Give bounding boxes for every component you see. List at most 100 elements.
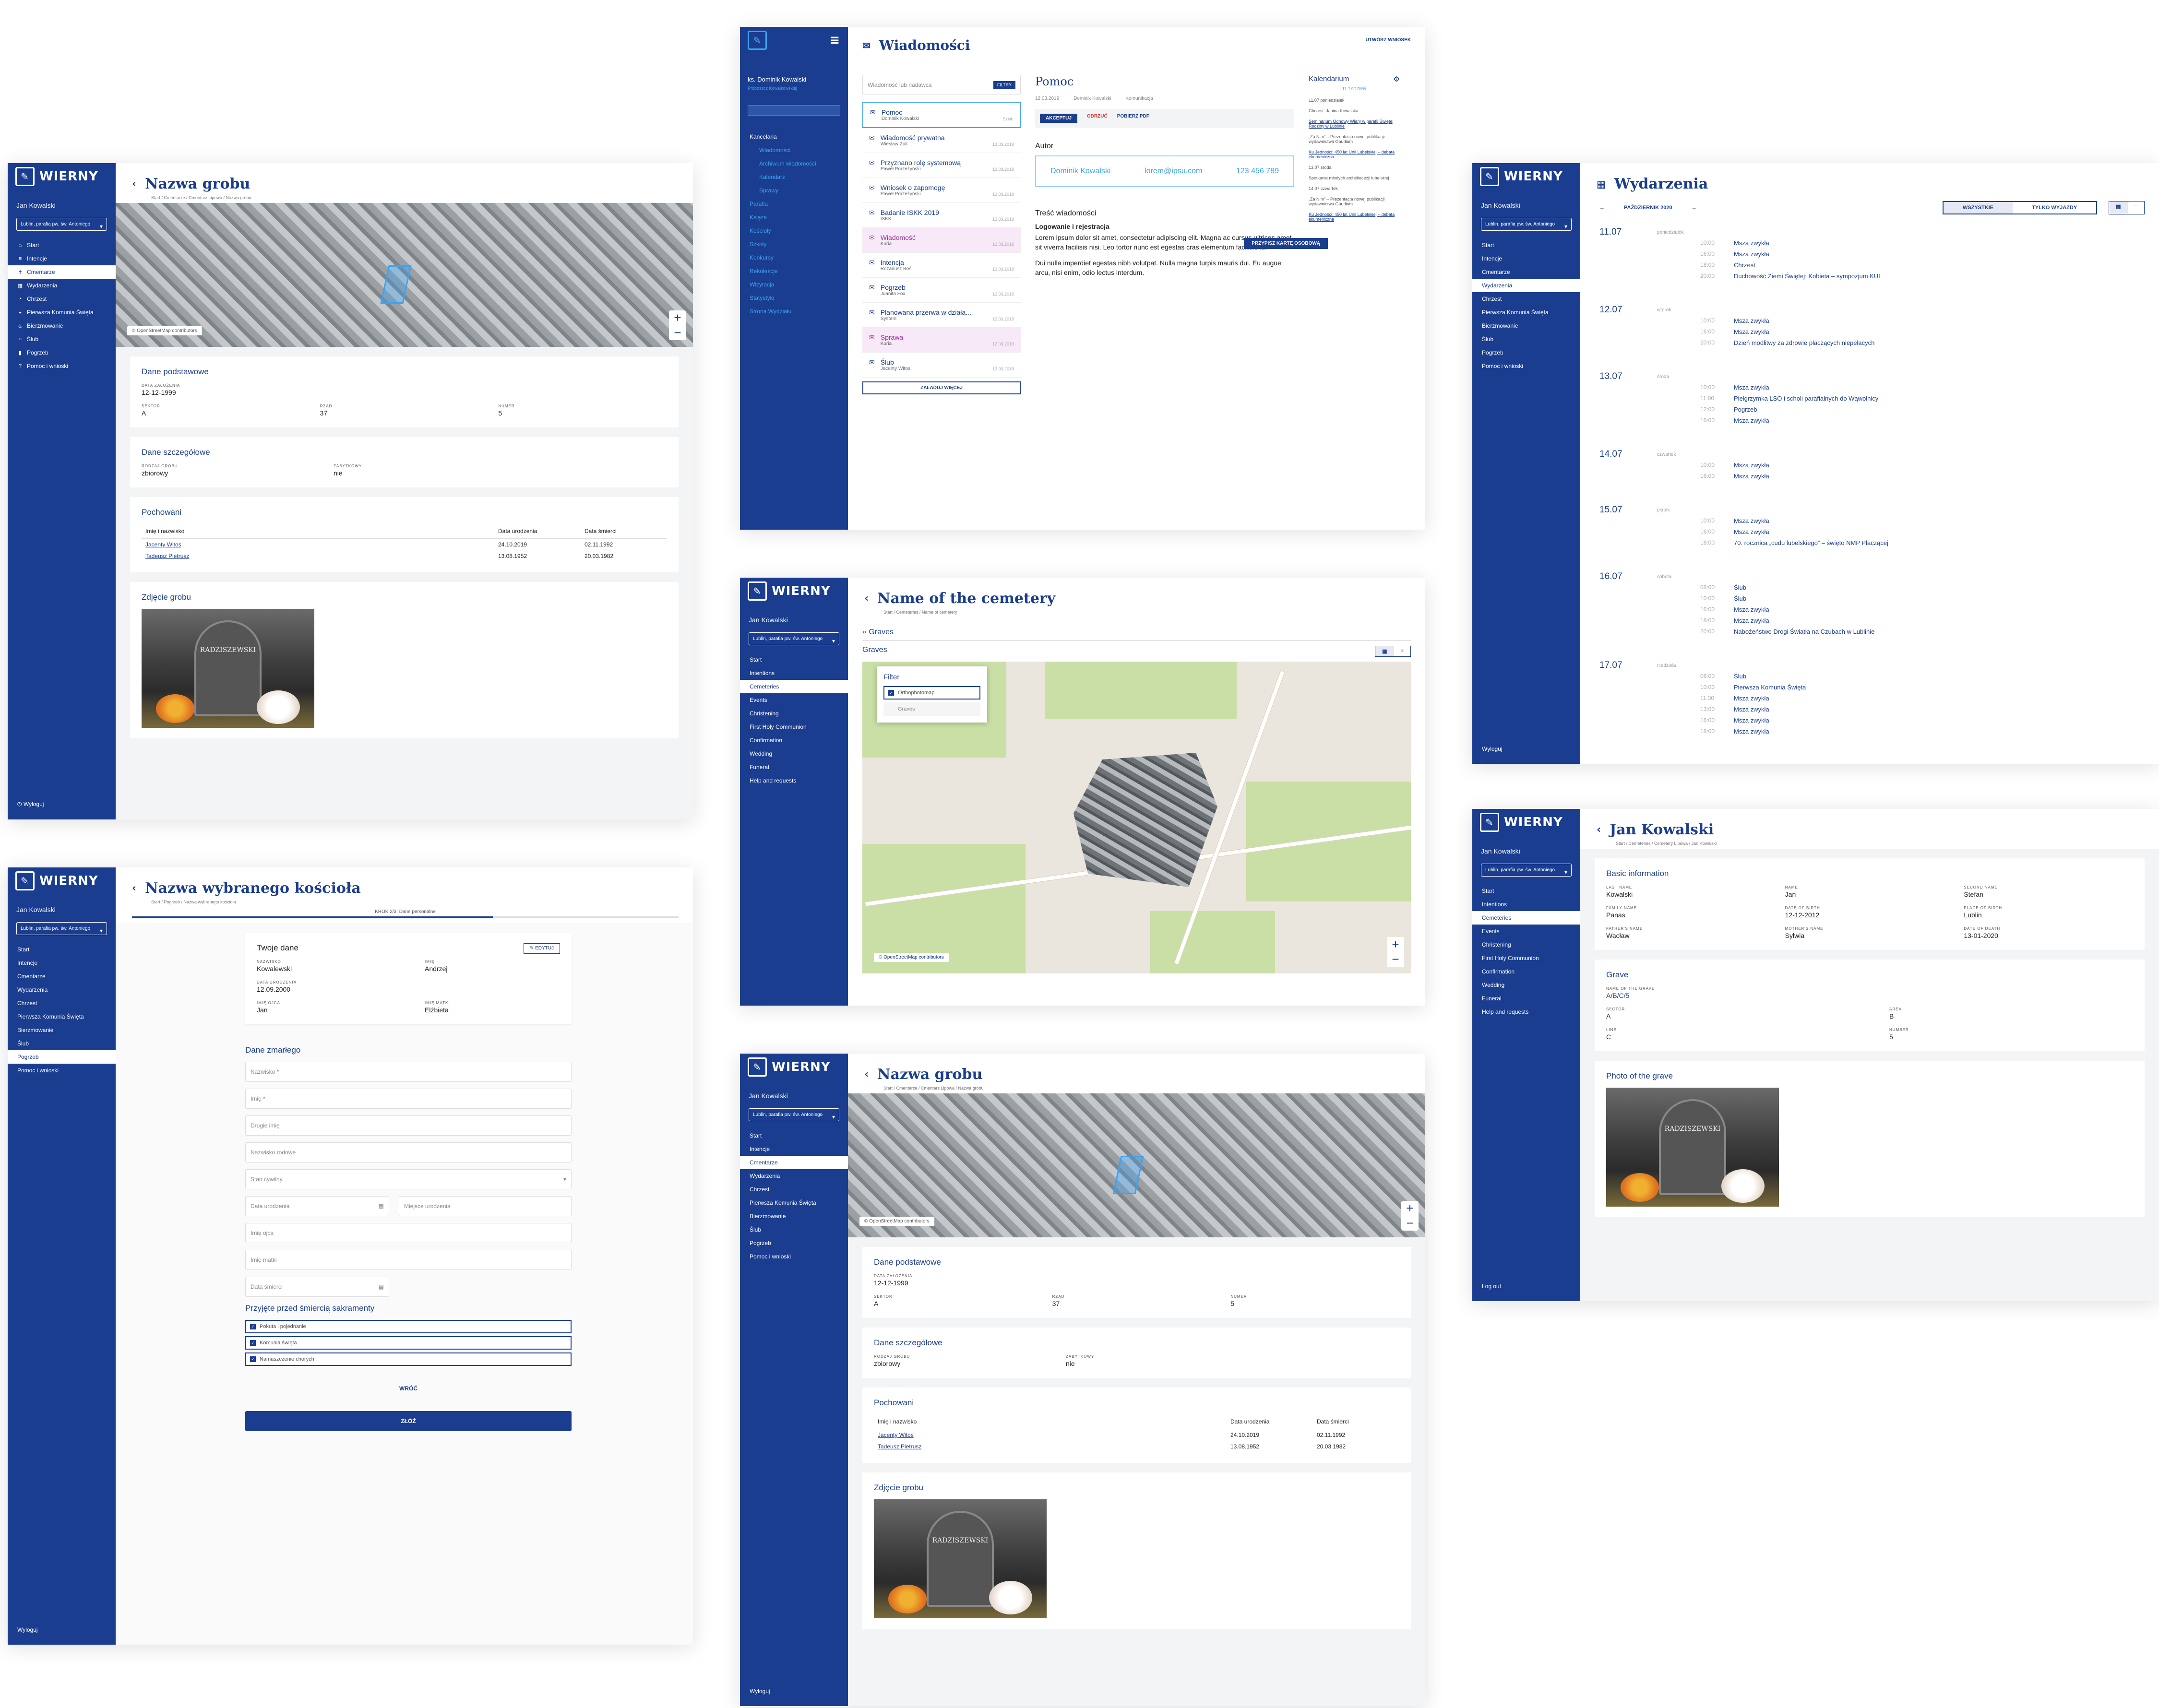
event-link[interactable]: Ślub bbox=[1734, 584, 2140, 591]
list-item[interactable]: ✉ Badanie ISKK 2019 ISKK 12.03.2019 bbox=[862, 203, 1021, 228]
user-name[interactable]: Jan Kowalski bbox=[8, 190, 116, 213]
grid-view-icon[interactable]: ▦ bbox=[1375, 646, 1394, 656]
grid-view-icon[interactable]: ▦ bbox=[2109, 202, 2128, 214]
event-link[interactable]: 70. rocznica „cudu lubelskiego” – święto… bbox=[1734, 539, 2140, 546]
list-item[interactable]: ✉ Wiadomość prywatna Wiesław Żuk 12.03.2019 bbox=[862, 128, 1021, 153]
nav-start[interactable]: ⌂ Start bbox=[8, 238, 116, 252]
nav-wedding[interactable]: ○ Ślub bbox=[8, 332, 116, 346]
list-item[interactable]: ✉ Przyznano rolę systemową Paweł Porzeżyńs… bbox=[862, 153, 1021, 178]
event-link[interactable]: Msza zwykła bbox=[1734, 328, 2140, 335]
event-link[interactable]: Msza zwykła bbox=[1734, 384, 2140, 391]
breadcrumb[interactable]: Start / Cmentarze / Cmentarz Lipowa / Na… bbox=[132, 195, 679, 200]
birth-place-input[interactable]: Miejsce urodzenia bbox=[399, 1196, 572, 1216]
event-link[interactable]: Msza zwykła bbox=[1734, 462, 2140, 469]
list-item[interactable]: ✉ Planowana przerwa w działa... System 12.0… bbox=[862, 303, 1021, 328]
nav-events[interactable]: ▦ Wydarzenia bbox=[8, 279, 116, 292]
list-item[interactable]: ✉ Intencja Rozariusz Boś 12.03.2019 bbox=[862, 253, 1021, 278]
back-icon[interactable]: ‹ bbox=[132, 882, 136, 894]
nav-funeral[interactable]: ▮ Pogrzeb bbox=[8, 346, 116, 359]
messages-panel: ✎ ≡ ks. Dominik Kowalski Proboszcz Kowalk… bbox=[740, 27, 1425, 530]
pdf-button[interactable]: POBIERZ PDF bbox=[1117, 114, 1149, 123]
mother-name-input[interactable]: Imię matki bbox=[245, 1250, 572, 1270]
event-link[interactable]: Msza zwykła bbox=[1734, 617, 2140, 624]
event-link[interactable]: Msza zwykła bbox=[1734, 717, 2140, 724]
logout-link[interactable]: Wyloguj bbox=[17, 1626, 38, 1633]
civil-status-select[interactable]: Stan cywilny ▾ bbox=[245, 1169, 572, 1189]
event-link[interactable]: Ślub bbox=[1734, 595, 2140, 602]
nav-confirmation[interactable]: ♨ Bierzmowanie bbox=[8, 319, 116, 332]
list-view-icon[interactable]: ≡ bbox=[2128, 202, 2144, 214]
event-link[interactable]: Pogrzeb bbox=[1734, 406, 2140, 413]
event-link[interactable]: Duchowość Ziemi Świętej: Kobieta – sympo… bbox=[1734, 273, 2140, 280]
grave-marker[interactable] bbox=[380, 265, 412, 304]
event-link[interactable]: Dzień modlitwy za zdrowie płaczących nie… bbox=[1734, 339, 2140, 346]
load-more-button[interactable]: ZAŁADUJ WIĘCEJ bbox=[862, 381, 1021, 394]
event-link[interactable]: Pielgrzymka LSO i scholi parafialnych do… bbox=[1734, 395, 2140, 402]
event-link[interactable]: Msza zwykła bbox=[1734, 250, 2140, 258]
death-date-input[interactable]: Data śmierci ▦ bbox=[245, 1277, 389, 1297]
birth-date-input[interactable]: Data urodzenia ▦ bbox=[245, 1196, 389, 1216]
logout-link[interactable]: ⏻ Wyloguj bbox=[17, 801, 44, 808]
zoom-in-icon[interactable]: + bbox=[1392, 937, 1399, 952]
filter-popup: Filter ✓ Orthophotomap Graves bbox=[877, 666, 987, 723]
event-link[interactable]: Msza zwykła bbox=[1734, 695, 2140, 702]
list-item[interactable]: ✉ Pomoc Dominik Kowalski Szkic bbox=[862, 102, 1021, 128]
assign-card-button[interactable]: PRZYPISZ KARTĘ OSOBOWĄ bbox=[1244, 238, 1328, 249]
list-view-icon[interactable]: ≡ bbox=[1394, 646, 1410, 656]
list-item[interactable]: ✉ Wniosek o zapomogę Paweł Porzeżyński 12.0… bbox=[862, 178, 1021, 203]
back-icon[interactable]: ‹ bbox=[132, 178, 136, 190]
edit-button[interactable]: ✎ EDYTUJ bbox=[523, 943, 560, 954]
prev-month-icon[interactable]: ← bbox=[1599, 205, 1605, 211]
list-item[interactable]: ✉ Ślub Jacenty Witos 12.03.2019 bbox=[862, 353, 1021, 378]
graves-search[interactable]: ⌕ Graves bbox=[862, 624, 1411, 641]
event-link[interactable]: Msza zwykła bbox=[1734, 528, 2140, 535]
check-anointing[interactable]: ✓ Namaszczenie chorych bbox=[245, 1352, 572, 1366]
nav-cemeteries[interactable]: ✝ Cmentarze bbox=[8, 265, 116, 279]
nav-communion[interactable]: ◒ Pierwsza Komunia Święta bbox=[8, 306, 116, 319]
surname-input[interactable]: Nazwisko * bbox=[245, 1062, 572, 1082]
event-link[interactable]: Nabożeństwo Drogi Światła na Czubach w L… bbox=[1734, 628, 2140, 635]
family-name-input[interactable]: Nazwisko rodowe bbox=[245, 1142, 572, 1162]
check-communion[interactable]: ✓ Komunia święta bbox=[245, 1336, 572, 1350]
zoom-in-icon[interactable]: + bbox=[674, 310, 681, 325]
list-item[interactable]: ✉ Pogrzeb Juanita Fox 12.03.2019 bbox=[862, 278, 1021, 303]
event-link[interactable]: Msza zwykła bbox=[1734, 606, 2140, 613]
zoom-out-icon[interactable]: − bbox=[1392, 952, 1399, 967]
event-link[interactable]: Msza zwykła bbox=[1734, 239, 2140, 247]
calendar-icon: ▦ bbox=[378, 1283, 384, 1290]
event-link[interactable]: Msza zwykła bbox=[1734, 517, 2140, 524]
check-penance[interactable]: ✓ Pokuta i pojednanie bbox=[245, 1320, 572, 1333]
event-link[interactable]: Msza zwykła bbox=[1734, 728, 2140, 735]
event-link[interactable]: Ślub bbox=[1734, 673, 2140, 680]
nav-intentions[interactable]: ≡ Intencje bbox=[8, 252, 116, 265]
event-link[interactable]: Msza zwykła bbox=[1734, 417, 2140, 424]
leaf-icon: ✎ bbox=[15, 871, 35, 890]
name-input[interactable]: Imię * bbox=[245, 1089, 572, 1109]
event-link[interactable]: Pierwsza Komunia Święta bbox=[1734, 684, 2140, 691]
father-name-input[interactable]: Imię ojca bbox=[245, 1223, 572, 1243]
sidebar-search[interactable] bbox=[748, 105, 840, 116]
submit-button[interactable]: ZŁÓŻ bbox=[245, 1411, 572, 1431]
filters-button[interactable]: FILTRY bbox=[993, 81, 1015, 89]
grave-map[interactable]: © OpenStreetMap contributors + − bbox=[116, 203, 693, 347]
list-item[interactable]: ✉ Sprawa Kuria 12.03.2019 bbox=[862, 328, 1021, 353]
event-link[interactable]: Msza zwykła bbox=[1734, 706, 2140, 713]
nav-christening[interactable]: ◔ Chrzest bbox=[8, 292, 116, 306]
reject-button[interactable]: ODRZUĆ bbox=[1087, 114, 1108, 123]
parish-select[interactable]: Lublin, parafia pw. św. Antoniego bbox=[16, 218, 107, 231]
nav-help[interactable]: ? Pomoc i wnioski bbox=[8, 359, 116, 373]
back-button[interactable]: WRÓĆ bbox=[245, 1385, 572, 1392]
next-month-icon[interactable]: → bbox=[1692, 205, 1697, 211]
second-name-input[interactable]: Drugie imię bbox=[245, 1115, 572, 1136]
event-link[interactable]: Msza zwykła bbox=[1734, 317, 2140, 324]
accept-button[interactable]: AKCEPTUJ bbox=[1040, 114, 1077, 123]
cemetery-map[interactable]: Filter ✓ Orthophotomap Graves © OpenStree… bbox=[862, 662, 1411, 973]
event-link[interactable]: Chrzest bbox=[1734, 261, 2140, 269]
menu-icon[interactable]: ≡ bbox=[829, 33, 840, 47]
event-link[interactable]: Msza zwykła bbox=[1734, 473, 2140, 480]
zoom-out-icon[interactable]: − bbox=[674, 325, 681, 340]
message-search[interactable]: Wiadomość lub nadawca FILTRY bbox=[862, 75, 1021, 95]
new-request-button[interactable]: UTWÓRZ WNIOSEK bbox=[1366, 37, 1411, 53]
message-icon: ✉ bbox=[869, 284, 875, 291]
list-item[interactable]: ✉ Wiadomość Kuria 12.03.2019 bbox=[862, 228, 1021, 253]
